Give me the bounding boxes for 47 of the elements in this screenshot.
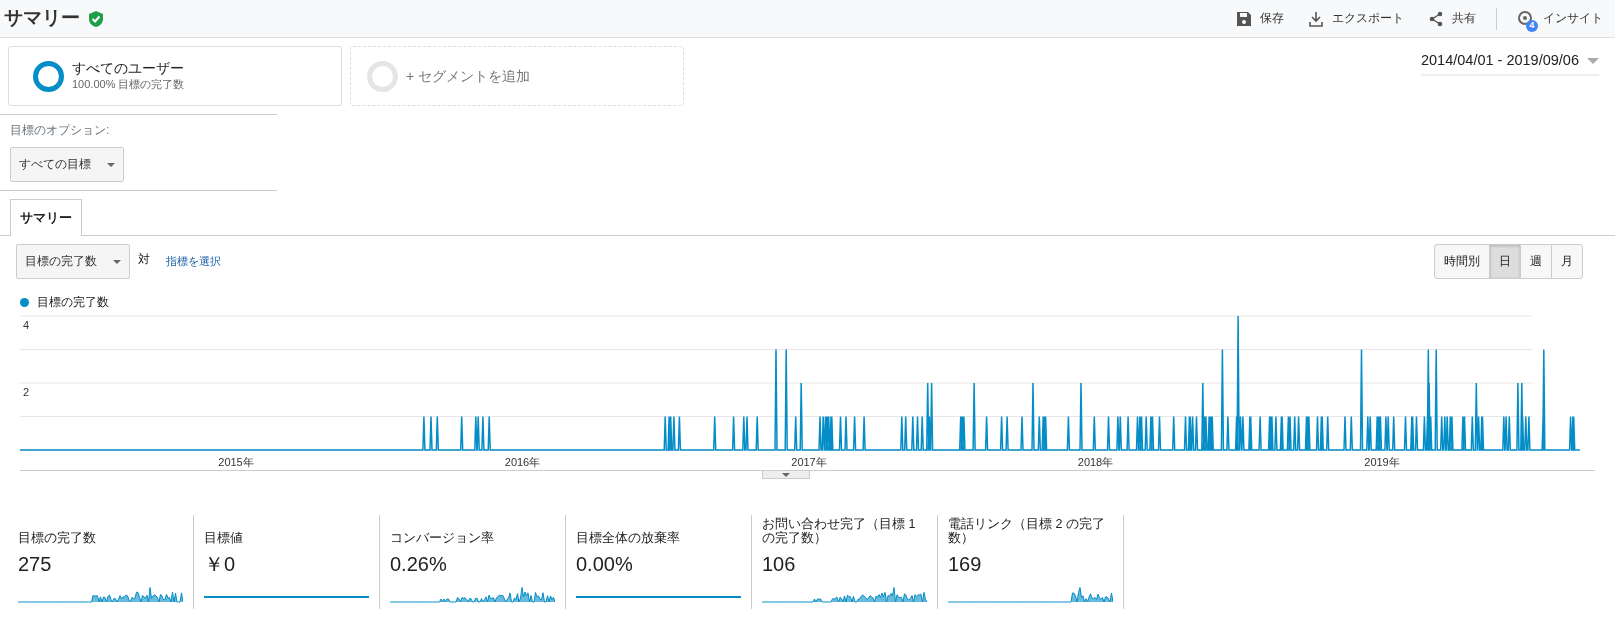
- metric-value: 0.26%: [390, 552, 448, 578]
- metric-dropdown[interactable]: 目標の完了数: [16, 244, 130, 280]
- goal-dropdown[interactable]: すべての目標: [10, 147, 124, 183]
- goal-option-label: 目標のオプション:: [10, 122, 111, 139]
- metric-label: コンバージョン率: [390, 529, 495, 546]
- metric-label: 目標全体の放棄率: [576, 529, 681, 546]
- metric-label: 目標の完了数: [18, 529, 97, 546]
- save-button[interactable]: 保存: [1232, 9, 1288, 28]
- segment-subtitle: 100.00% 目標の完了数: [72, 77, 185, 92]
- x-axis-label: 2017年: [791, 455, 827, 471]
- granularity-button[interactable]: 時間別: [1434, 244, 1490, 280]
- legend-dot-icon: [20, 297, 29, 307]
- metric-value: 106: [762, 552, 797, 578]
- collapse-handle[interactable]: [762, 471, 810, 480]
- x-axis-label: 2016年: [504, 455, 541, 471]
- segment-ring-icon: [367, 60, 398, 92]
- legend-label: 目標の完了数: [37, 294, 109, 312]
- insight-icon: [1517, 9, 1535, 28]
- granularity-button[interactable]: 月: [1551, 244, 1583, 280]
- metric-label: 電話リンク（目標 2 の完了数）: [948, 515, 1106, 546]
- metric-value: ￥0: [204, 552, 237, 578]
- share-button[interactable]: 共有: [1424, 9, 1480, 28]
- metric-label: 目標値: [204, 529, 244, 546]
- share-icon: [1428, 10, 1444, 27]
- notification-badge: 4: [1526, 19, 1538, 32]
- save-icon: [1236, 10, 1252, 27]
- versus-label: 対: [138, 251, 150, 268]
- export-button[interactable]: エクスポート: [1304, 9, 1408, 28]
- date-range-picker[interactable]: 2014/04/01 - 2019/09/06: [1420, 50, 1599, 76]
- metric-value: 275: [18, 552, 53, 578]
- add-segment-button[interactable]: + セグメントを追加: [350, 46, 684, 106]
- y-axis-label: 2: [23, 385, 30, 401]
- y-axis-label: 4: [23, 318, 30, 334]
- granularity-button[interactable]: 日: [1489, 244, 1521, 280]
- select-metric-link[interactable]: 指標を選択: [166, 253, 221, 270]
- x-axis-label: 2015年: [218, 455, 254, 471]
- x-axis-label: 2019年: [1364, 455, 1400, 471]
- segment-ring-icon: [33, 60, 64, 92]
- metric-value: 169: [948, 552, 983, 578]
- metric-value: 0.00%: [576, 552, 634, 578]
- metric-label: お問い合わせ完了（目標 1 の完了数）: [762, 515, 917, 546]
- download-icon: [1308, 10, 1324, 27]
- page-title: サマリー: [4, 6, 80, 31]
- tab[interactable]: サマリー: [10, 199, 82, 236]
- granularity-button[interactable]: 週: [1520, 244, 1552, 280]
- x-axis-label: 2018年: [1077, 455, 1114, 471]
- segment-name: すべてのユーザー: [72, 60, 185, 78]
